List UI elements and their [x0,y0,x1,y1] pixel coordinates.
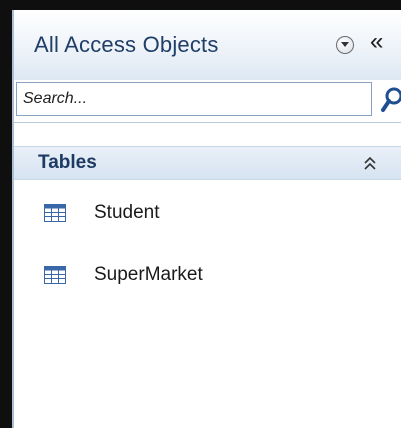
list-item-student[interactable]: Student [34,194,374,234]
nav-pane-header[interactable]: All Access Objects « [14,10,401,80]
navigation-pane: All Access Objects « Tables [12,10,401,428]
collapse-pane-button[interactable]: « [370,30,383,54]
divider [14,122,401,123]
table-icon [44,204,66,227]
circle-chevron-down-icon[interactable] [336,36,354,54]
window-left-border [0,0,12,428]
list-item-label: SuperMarket [94,264,203,285]
table-icon [44,266,66,289]
nav-pane-title[interactable]: All Access Objects [34,32,219,58]
double-chevron-up-icon[interactable] [363,156,377,172]
list-item-label: Student [94,202,160,223]
group-title: Tables [38,152,97,173]
search-row [16,82,384,116]
search-input[interactable] [16,82,372,116]
group-header-tables[interactable]: Tables [14,146,401,180]
window-top-border [0,0,401,10]
magnifier-icon[interactable] [380,86,401,114]
list-item-supermarket[interactable]: SuperMarket [34,256,374,296]
